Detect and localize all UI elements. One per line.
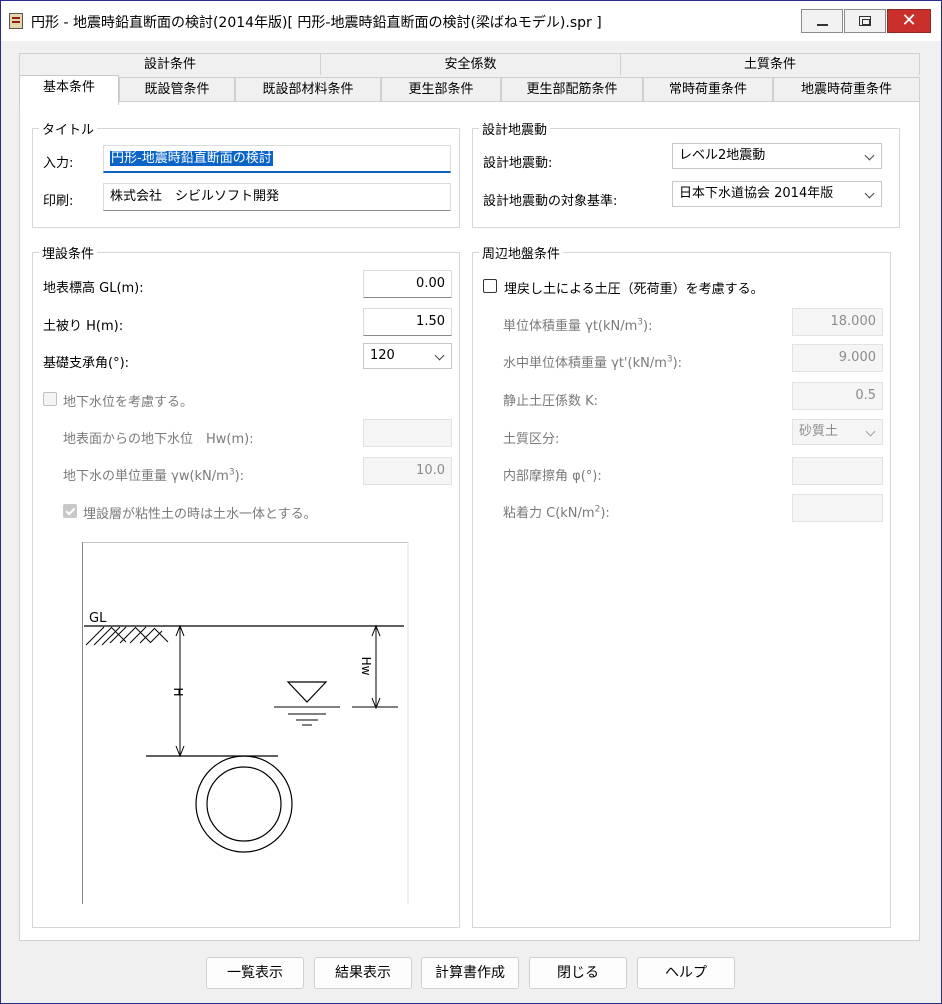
seismic-standard-select[interactable]: 日本下水道協会 2014年版 (672, 181, 882, 207)
groundwater-depth-input[interactable] (363, 419, 452, 447)
tab-seismic-load[interactable]: 地震時荷重条件 (773, 77, 920, 103)
cohesion-input[interactable] (792, 494, 883, 522)
maximize-button[interactable] (844, 9, 886, 33)
close-button[interactable]: 閉じる (529, 957, 627, 989)
surrounding-ground-group: 周辺地盤条件 埋戻し土による土圧（死荷重）を考慮する。 単位体積重量 γt(kN… (472, 243, 891, 928)
title-input-field[interactable]: 円形-地震時鉛直断面の検討 (103, 145, 451, 173)
minimize-icon (817, 24, 828, 26)
bearing-angle-value: 120 (370, 348, 395, 363)
groundwater-depth-label: 地表面からの地下水位 Hw(m): (63, 432, 254, 447)
cohesion-label: 粘着力 C(kN/m2): (503, 504, 610, 521)
print-title-field[interactable]: 株式会社 シビルソフト開発 (103, 183, 451, 211)
tab-rehab-rebar[interactable]: 更生部配筋条件 (501, 77, 643, 103)
title-bar[interactable]: 円形 - 地震時鉛直断面の検討(2014年版)[ 円形-地震時鉛直断面の検討(梁… (1, 1, 941, 41)
backfill-pressure-checkbox[interactable] (483, 279, 497, 293)
burial-diagram: GL H Hw (82, 542, 409, 904)
seismic-motion-group: 設計地震動 設計地震動: レベル2地震動 設計地震動の対象基準: 日本下水道協会… (472, 119, 900, 228)
gl-label: 地表標高 GL(m): (43, 281, 144, 296)
tab-panel: タイトル 入力: 円形-地震時鉛直断面の検討 印刷: 株式会社 シビルソフト開発… (19, 101, 920, 941)
chevron-down-icon (864, 188, 875, 199)
tab-design-conditions[interactable]: 設計条件 (19, 53, 320, 75)
main-window: 円形 - 地震時鉛直断面の検討(2014年版)[ 円形-地震時鉛直断面の検討(梁… (0, 0, 942, 1004)
clay-integrated-checkbox[interactable] (63, 504, 77, 518)
tab-existing-material[interactable]: 既設部材料条件 (235, 77, 381, 103)
tab-row-top: 設計条件 安全係数 土質条件 (19, 53, 920, 75)
tab-row-bottom: 基本条件 既設管条件 既設部材料条件 更生部条件 更生部配筋条件 常時荷重条件 … (19, 75, 920, 105)
chevron-down-icon (864, 150, 875, 161)
chevron-down-icon (865, 426, 876, 437)
seismic-group-heading: 設計地震動 (479, 119, 551, 138)
backfill-pressure-label: 埋戻し土による土圧（死荷重）を考慮する。 (504, 282, 764, 297)
tab-soil-conditions[interactable]: 土質条件 (620, 53, 920, 75)
earth-pressure-k-label: 静止土圧係数 K: (503, 394, 599, 409)
seismic-motion-select[interactable]: レベル2地震動 (672, 143, 882, 169)
bearing-angle-select[interactable]: 120 (363, 343, 452, 369)
help-button[interactable]: ヘルプ (637, 957, 735, 989)
friction-angle-label: 内部摩擦角 φ(°): (503, 469, 602, 484)
result-view-button[interactable]: 結果表示 (314, 957, 412, 989)
restore-icon (859, 16, 871, 26)
title-group: タイトル 入力: 円形-地震時鉛直断面の検討 印刷: 株式会社 シビルソフト開発 (32, 119, 460, 228)
ground-group-heading: 周辺地盤条件 (479, 243, 564, 262)
gl-label-diagram: GL (89, 611, 107, 626)
gl-input[interactable]: 0.00 (363, 270, 452, 298)
seismic-motion-label: 設計地震動: (483, 156, 553, 171)
seismic-motion-value: レベル2地震動 (679, 148, 766, 163)
submerged-weight-label: 水中単位体積重量 γt'(kN/m3): (503, 354, 683, 371)
friction-angle-input[interactable] (792, 457, 883, 485)
chevron-down-icon (434, 350, 445, 361)
tab-basic-conditions[interactable]: 基本条件 (19, 75, 119, 105)
soil-type-select[interactable]: 砂質土 (792, 419, 883, 445)
seismic-standard-label: 設計地震動の対象基準: (483, 194, 618, 209)
groundwater-checkbox[interactable] (43, 392, 57, 406)
close-window-button[interactable]: ✕ (887, 9, 931, 33)
print-label: 印刷: (43, 194, 74, 209)
tab-existing-pipe[interactable]: 既設管条件 (119, 77, 235, 103)
close-icon: ✕ (901, 10, 917, 31)
window-title: 円形 - 地震時鉛直断面の検討(2014年版)[ 円形-地震時鉛直断面の検討(梁… (31, 15, 602, 31)
list-view-button[interactable]: 一覧表示 (206, 957, 304, 989)
create-report-button[interactable]: 計算書作成 (421, 957, 519, 989)
cover-depth-label: 土被り H(m): (43, 319, 124, 334)
earth-pressure-k-input[interactable]: 0.5 (792, 382, 883, 410)
clay-integrated-label: 埋設層が粘性土の時は土水一体とする。 (83, 507, 317, 522)
water-unit-weight-label: 地下水の単位重量 γw(kN/m3): (63, 467, 245, 484)
burial-group-heading: 埋設条件 (39, 243, 98, 262)
input-label: 入力: (43, 156, 74, 171)
bearing-angle-label: 基礎支承角(°): (43, 356, 130, 371)
water-unit-weight-input[interactable]: 10.0 (363, 457, 452, 485)
seismic-standard-value: 日本下水道協会 2014年版 (679, 186, 834, 201)
h-label-diagram: H (171, 687, 185, 696)
title-group-heading: タイトル (39, 119, 98, 138)
soil-type-value: 砂質土 (799, 424, 839, 439)
tab-normal-load[interactable]: 常時荷重条件 (643, 77, 773, 103)
submerged-weight-input[interactable]: 9.000 (792, 344, 883, 372)
soil-type-label: 土質区分: (503, 432, 560, 447)
tab-safety-factors[interactable]: 安全係数 (320, 53, 620, 75)
minimize-button[interactable] (801, 9, 843, 33)
diagram-background (82, 542, 409, 904)
hw-label-diagram: Hw (359, 657, 373, 676)
unit-weight-input[interactable]: 18.000 (792, 308, 883, 336)
app-icon[interactable] (9, 13, 23, 29)
unit-weight-label: 単位体積重量 γt(kN/m3): (503, 317, 653, 334)
groundwater-checkbox-label: 地下水位を考慮する。 (63, 395, 194, 410)
cover-depth-input[interactable]: 1.50 (363, 308, 452, 336)
tab-rehab-section[interactable]: 更生部条件 (381, 77, 501, 103)
title-input-value: 円形-地震時鉛直断面の検討 (110, 151, 273, 166)
